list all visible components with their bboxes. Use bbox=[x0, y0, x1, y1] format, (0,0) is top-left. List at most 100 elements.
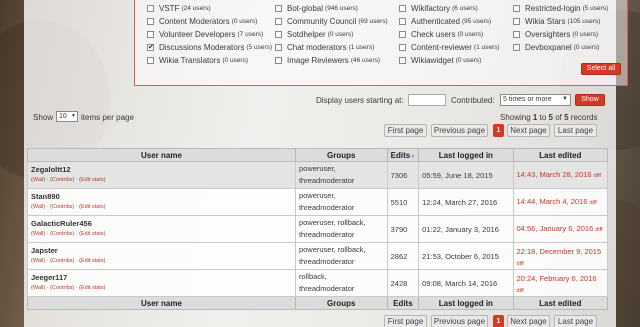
group-checkbox-item[interactable]: Wikia Stars (105 users) bbox=[513, 15, 608, 28]
previous-page-button[interactable]: Previous page bbox=[431, 124, 488, 137]
wall-link[interactable]: Wall bbox=[33, 204, 44, 210]
table-row: Jeeger117 (Wall) · (Contribs) · (Edit st… bbox=[27, 269, 609, 297]
footer-header-last-logged-in[interactable]: Last logged in bbox=[418, 296, 514, 310]
checkbox[interactable] bbox=[275, 18, 282, 25]
group-name: Wikia Translators bbox=[159, 56, 221, 65]
edit-stats-link[interactable]: Edit stats bbox=[81, 177, 104, 183]
wall-link[interactable]: Wall bbox=[33, 231, 44, 237]
checkbox[interactable] bbox=[147, 5, 154, 12]
checkbox[interactable] bbox=[275, 57, 282, 64]
last-edited-link[interactable]: 14:44, March 4, 2016 bbox=[517, 197, 588, 206]
footer-header-user-name[interactable]: User name bbox=[27, 296, 296, 310]
wall-link[interactable]: Wall bbox=[33, 177, 44, 183]
diff-link[interactable]: diff bbox=[517, 288, 524, 294]
last-edited-link[interactable]: 14:43, March 28, 2016 bbox=[517, 170, 592, 179]
last-edited-link[interactable]: 04:56, January 6, 2016 bbox=[517, 224, 594, 233]
last-page-button-bottom[interactable]: Last page bbox=[554, 315, 597, 327]
diff-link[interactable]: diff bbox=[595, 227, 602, 233]
column-header-user-name[interactable]: User name bbox=[27, 148, 296, 162]
user-name-link[interactable]: Japster bbox=[31, 246, 292, 256]
checkbox-checked[interactable]: ✔ bbox=[147, 44, 154, 51]
group-checkbox-item[interactable]: Community Council (69 users) bbox=[275, 15, 388, 28]
user-cell: Jeeger117 (Wall) · (Contribs) · (Edit st… bbox=[27, 269, 296, 297]
next-page-button-bottom[interactable]: Next page bbox=[507, 315, 550, 327]
contribs-link[interactable]: Contribs bbox=[52, 204, 72, 210]
group-checkbox-item[interactable]: ✔ Discussions Moderators (5 users) bbox=[147, 41, 272, 54]
checkbox[interactable] bbox=[399, 18, 406, 25]
group-checkbox-item[interactable]: VSTF (24 users) bbox=[147, 2, 272, 15]
checkbox[interactable] bbox=[147, 57, 154, 64]
group-checkbox-item[interactable]: Restricted-login (5 users) bbox=[513, 2, 608, 15]
diff-link[interactable]: diff bbox=[590, 200, 597, 206]
checkbox[interactable] bbox=[513, 44, 520, 51]
group-checkbox-item[interactable]: Content-reviewer (1 users) bbox=[399, 41, 500, 54]
last-edited-link[interactable]: 22:18, December 9, 2015 bbox=[517, 247, 602, 256]
groups-cell: rollback, threadmoderator bbox=[294, 269, 388, 297]
group-checkbox-item[interactable]: Oversighters (0 users) bbox=[513, 28, 608, 41]
first-page-button[interactable]: First page bbox=[384, 124, 427, 137]
wall-link[interactable]: Wall bbox=[33, 258, 44, 264]
last-edited-link[interactable]: 20:24, February 6, 2016 bbox=[517, 274, 597, 283]
contribs-link[interactable]: Contribs bbox=[52, 285, 72, 291]
contribs-link[interactable]: Contribs bbox=[52, 177, 72, 183]
diff-link[interactable]: diff bbox=[594, 173, 601, 179]
user-name-link[interactable]: GalacticRuler456 bbox=[31, 219, 292, 229]
user-name-link[interactable]: Stan890 bbox=[31, 192, 292, 202]
display-users-input[interactable] bbox=[408, 94, 446, 106]
show-button[interactable]: Show bbox=[575, 94, 605, 106]
group-checkbox-item[interactable]: Authenticated (95 users) bbox=[399, 15, 500, 28]
next-page-button[interactable]: Next page bbox=[507, 124, 550, 137]
edit-stats-link[interactable]: Edit stats bbox=[81, 285, 104, 291]
column-header-last-edited[interactable]: Last edited bbox=[512, 148, 609, 162]
contribs-link[interactable]: Contribs bbox=[52, 258, 72, 264]
last-edited-cell: 14:44, March 4, 2016 diff bbox=[512, 188, 609, 216]
contribs-link[interactable]: Contribs bbox=[52, 231, 72, 237]
checkbox[interactable] bbox=[275, 44, 282, 51]
group-checkbox-item[interactable]: Devboxpanel (0 users) bbox=[513, 41, 608, 54]
column-header-edits[interactable]: Edits▼ bbox=[386, 148, 420, 162]
group-count: (0 users) bbox=[572, 31, 599, 38]
group-checkbox-item[interactable]: Bot-global (946 users) bbox=[275, 2, 388, 15]
column-header-edits-label: Edits bbox=[390, 150, 411, 160]
checkbox[interactable] bbox=[399, 31, 406, 38]
checkbox[interactable] bbox=[275, 5, 282, 12]
checkbox[interactable] bbox=[513, 5, 520, 12]
last-page-button[interactable]: Last page bbox=[554, 124, 597, 137]
group-checkbox-item[interactable]: Image Reviewers (46 users) bbox=[275, 54, 388, 67]
wall-link[interactable]: Wall bbox=[33, 285, 44, 291]
footer-header-last-edited[interactable]: Last edited bbox=[512, 296, 609, 310]
edit-stats-link[interactable]: Edit stats bbox=[81, 258, 104, 264]
group-checkbox-item[interactable]: Wikiawidget (0 users) bbox=[399, 54, 500, 67]
checkbox[interactable] bbox=[513, 31, 520, 38]
footer-header-groups[interactable]: Groups bbox=[294, 296, 388, 310]
group-checkbox-item[interactable]: Chat moderators (1 users) bbox=[275, 41, 388, 54]
group-checkbox-item[interactable]: Content Moderators (0 users) bbox=[147, 15, 272, 28]
group-checkbox-item[interactable]: Wikifactory (6 users) bbox=[399, 2, 500, 15]
checkbox[interactable] bbox=[513, 18, 520, 25]
checkbox[interactable] bbox=[399, 5, 406, 12]
footer-header-edits[interactable]: Edits bbox=[386, 296, 420, 310]
first-page-button-bottom[interactable]: First page bbox=[384, 315, 427, 327]
column-header-groups[interactable]: Groups bbox=[294, 148, 388, 162]
checkbox[interactable] bbox=[147, 31, 154, 38]
group-checkbox-item[interactable]: Sotdhelper (0 users) bbox=[275, 28, 388, 41]
group-checkbox-item[interactable]: Volunteer Developers (7 users) bbox=[147, 28, 272, 41]
edit-stats-link[interactable]: Edit stats bbox=[81, 204, 104, 210]
per-page-select[interactable]: 10 ▼ bbox=[56, 111, 78, 122]
groups-cell: poweruser, threadmoderator bbox=[294, 161, 388, 189]
checkbox[interactable] bbox=[147, 18, 154, 25]
group-checkbox-item[interactable]: Wikia Translators (0 users) bbox=[147, 54, 272, 67]
checkbox[interactable] bbox=[399, 57, 406, 64]
edit-stats-link[interactable]: Edit stats bbox=[81, 231, 104, 237]
select-all-button[interactable]: Select all bbox=[581, 63, 621, 75]
contributed-select[interactable]: 5 times or more ▼ bbox=[500, 94, 571, 106]
checkbox[interactable] bbox=[275, 31, 282, 38]
group-count: (46 users) bbox=[350, 57, 381, 64]
group-checkbox-item[interactable]: Check users (0 users) bbox=[399, 28, 500, 41]
diff-link[interactable]: diff bbox=[517, 261, 524, 267]
checkbox[interactable] bbox=[399, 44, 406, 51]
previous-page-button-bottom[interactable]: Previous page bbox=[431, 315, 488, 327]
user-name-link[interactable]: Zegaloltt12 bbox=[31, 165, 292, 175]
column-header-last-logged-in[interactable]: Last logged in bbox=[418, 148, 514, 162]
user-name-link[interactable]: Jeeger117 bbox=[31, 273, 292, 283]
